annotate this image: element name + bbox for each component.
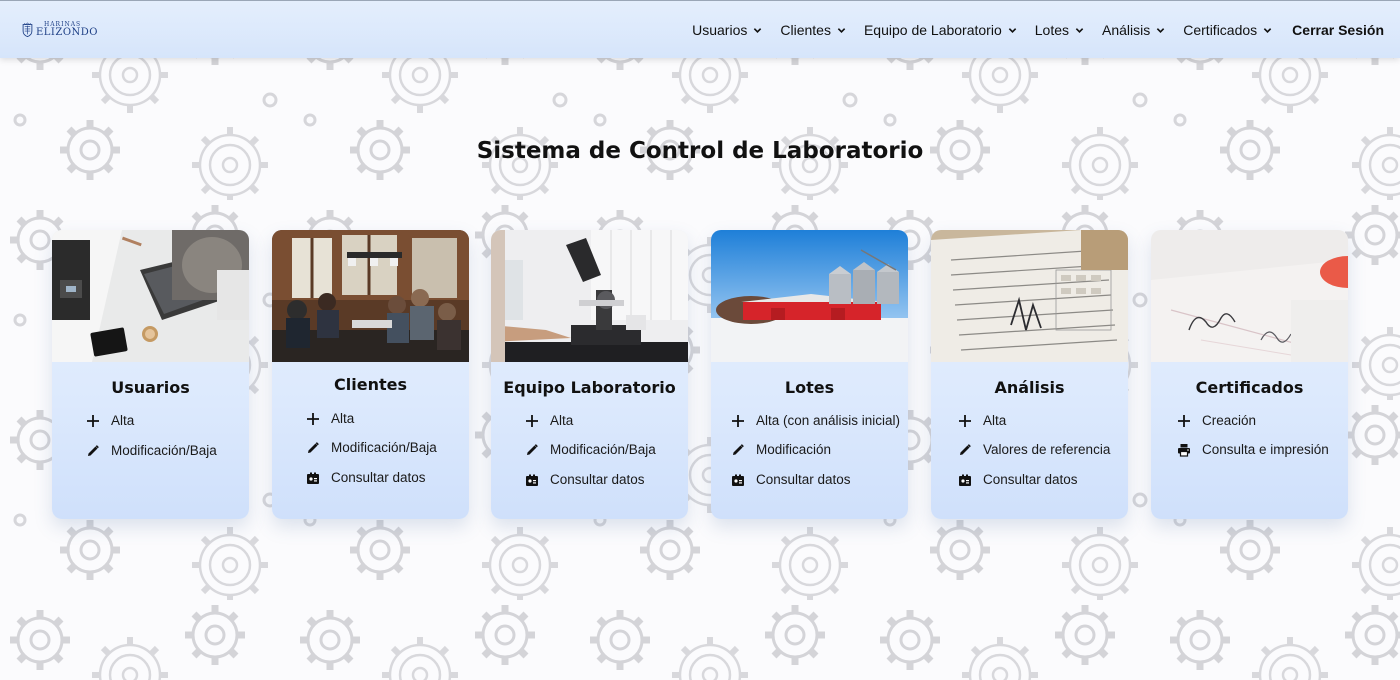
nav-equipo-label: Equipo de Laboratorio <box>863 22 1002 38</box>
card-item-label: Modificación/Baja <box>111 443 217 458</box>
nav-menu: Usuarios Clientes Equipo de Laboratorio … <box>674 1 1384 59</box>
card-clientes: Clientes Alta Modificación/Baja Consulta… <box>272 230 469 519</box>
nav-usuarios-label: Usuarios <box>692 22 748 38</box>
card-image-usuarios <box>52 230 249 362</box>
card-item-label: Consultar datos <box>983 472 1078 487</box>
card-clientes-consultar[interactable]: Consultar datos <box>306 470 426 485</box>
nav-clientes-dropdown[interactable]: Clientes <box>780 22 846 38</box>
id-card-icon <box>959 474 971 486</box>
card-equipo-modificacion[interactable]: Modificación/Baja <box>525 442 656 457</box>
chevron-down-icon <box>1263 27 1272 33</box>
card-title-analisis: Análisis <box>994 378 1065 397</box>
lab-report-paper-photo <box>931 230 1128 362</box>
card-item-label: Alta <box>550 413 574 428</box>
card-item-label: Consultar datos <box>331 470 426 485</box>
card-analisis-valores[interactable]: Valores de referencia <box>958 442 1110 457</box>
card-item-label: Consultar datos <box>550 472 645 487</box>
nav-certificados-dropdown[interactable]: Certificados <box>1183 22 1272 38</box>
card-clientes-alta[interactable]: Alta <box>306 411 354 426</box>
top-navbar: HARINAS ELIZONDO Usuarios Clientes Equip… <box>0 0 1400 58</box>
crest-icon <box>22 22 33 38</box>
card-certificados: Certificados Creación Consulta e impresi… <box>1151 230 1348 519</box>
card-item-label: Valores de referencia <box>983 442 1111 457</box>
office-laptop-photo <box>52 230 249 362</box>
nav-certificados-label: Certificados <box>1183 22 1258 38</box>
card-analisis-consultar[interactable]: Consultar datos <box>958 472 1078 487</box>
card-title-usuarios: Usuarios <box>111 378 190 397</box>
plus-icon <box>959 414 971 427</box>
pencil-icon <box>308 441 319 453</box>
card-image-analisis <box>931 230 1128 362</box>
nav-lotes-dropdown[interactable]: Lotes <box>1035 22 1084 38</box>
pencil-icon <box>88 444 99 456</box>
microscope-photo <box>491 230 688 362</box>
card-certificados-consulta[interactable]: Consulta e impresión <box>1177 442 1329 457</box>
card-equipo: Equipo Laboratorio Alta Modificación/Baj… <box>491 230 688 519</box>
nav-clientes-label: Clientes <box>780 22 831 38</box>
red-barn-silos-photo <box>711 230 908 362</box>
card-certificados-creacion[interactable]: Creación <box>1177 413 1256 428</box>
page-title: Sistema de Control de Laboratorio <box>476 138 924 164</box>
card-equipo-consultar[interactable]: Consultar datos <box>525 472 645 487</box>
card-clientes-modificacion[interactable]: Modificación/Baja <box>306 440 437 455</box>
signed-certificate-photo <box>1151 230 1348 362</box>
plus-icon <box>1178 414 1190 427</box>
card-item-label: Alta <box>983 413 1007 428</box>
card-analisis: Análisis Alta Valores de referencia Cons… <box>931 230 1128 519</box>
card-usuarios-modificacion[interactable]: Modificación/Baja <box>86 443 217 458</box>
card-usuarios-alta[interactable]: Alta <box>86 413 134 428</box>
card-item-label: Alta <box>331 411 355 426</box>
card-item-label: Modificación/Baja <box>550 442 656 457</box>
card-image-certificados <box>1151 230 1348 362</box>
nav-lotes-label: Lotes <box>1034 22 1069 38</box>
card-item-label: Alta <box>111 413 135 428</box>
id-card-icon <box>526 474 538 486</box>
logout-link[interactable]: Cerrar Sesión <box>1292 22 1384 38</box>
meeting-room-photo <box>272 230 469 362</box>
chevron-down-icon <box>837 27 846 33</box>
card-title-certificados: Certificados <box>1195 378 1304 397</box>
card-usuarios: Usuarios Alta Modificación/Baja <box>52 230 249 519</box>
chevron-down-icon <box>1157 27 1165 33</box>
card-lotes-alta[interactable]: Alta (con análisis inicial) <box>731 413 900 428</box>
printer-icon <box>1178 443 1190 457</box>
chevron-down-icon <box>1008 27 1016 33</box>
plus-icon <box>307 412 319 425</box>
card-item-label: Consulta e impresión <box>1202 442 1329 457</box>
plus-icon <box>87 414 99 427</box>
card-image-lotes <box>711 230 908 362</box>
card-title-clientes: Clientes <box>334 375 407 394</box>
plus-icon <box>732 414 744 427</box>
pencil-icon <box>527 443 538 455</box>
card-lotes-consultar[interactable]: Consultar datos <box>731 472 851 487</box>
id-card-icon <box>307 472 319 484</box>
card-item-label: Alta (con análisis inicial) <box>756 413 901 428</box>
nav-equipo-dropdown[interactable]: Equipo de Laboratorio <box>864 22 1017 38</box>
nav-analisis-label: Análisis <box>1102 22 1151 38</box>
card-image-equipo <box>491 230 688 362</box>
card-equipo-alta[interactable]: Alta <box>525 413 573 428</box>
id-card-icon <box>732 474 744 486</box>
chevron-down-icon <box>1075 27 1084 33</box>
card-title-equipo: Equipo Laboratorio <box>503 378 676 397</box>
card-title-lotes: Lotes <box>784 378 835 397</box>
card-item-label: Consultar datos <box>756 472 851 487</box>
card-image-clientes <box>272 230 469 362</box>
pencil-icon <box>733 443 744 455</box>
pencil-icon <box>960 443 971 455</box>
card-lotes-modificacion[interactable]: Modificación <box>731 442 831 457</box>
brand-name: ELIZONDO <box>35 27 98 38</box>
plus-icon <box>526 414 538 427</box>
card-item-label: Modificación <box>756 442 832 457</box>
card-item-label: Creación <box>1202 413 1257 428</box>
card-item-label: Modificación/Baja <box>331 440 437 455</box>
card-analisis-alta[interactable]: Alta <box>958 413 1006 428</box>
nav-usuarios-dropdown[interactable]: Usuarios <box>692 22 762 38</box>
brand-logo[interactable]: HARINAS ELIZONDO <box>22 15 98 45</box>
card-lotes: Lotes Alta (con análisis inicial) Modifi… <box>711 230 908 519</box>
chevron-down-icon <box>754 27 762 33</box>
nav-analisis-dropdown[interactable]: Análisis <box>1102 22 1165 38</box>
